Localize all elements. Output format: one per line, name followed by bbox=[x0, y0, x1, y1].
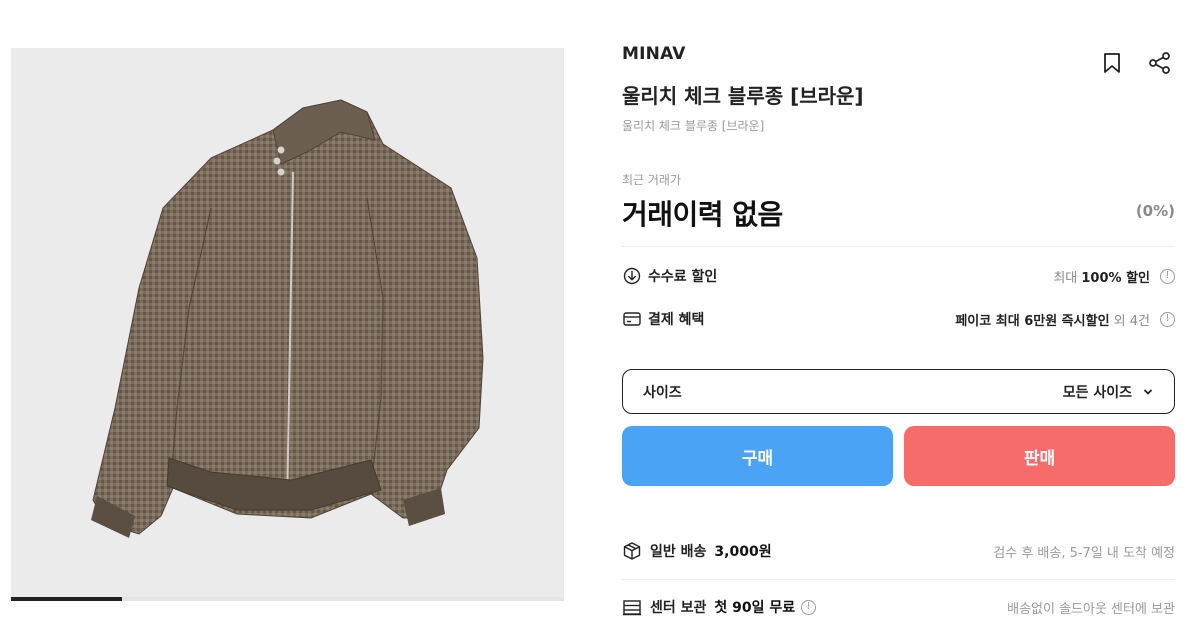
bookmark-icon bbox=[1104, 53, 1120, 73]
info-icon[interactable]: ! bbox=[1160, 268, 1175, 284]
share-icon bbox=[1149, 52, 1170, 74]
shipping-option-normal: 일반 배송 3,000원 검수 후 배송, 5-7일 내 도착 예정 bbox=[622, 540, 1175, 562]
shipping-price: 3,000원 bbox=[714, 544, 772, 560]
card-icon bbox=[622, 309, 642, 329]
product-info-panel: MINAV 울리치 체크 블루종 [브라운] 울리치 체크 블루종 [브라운] … bbox=[622, 0, 1175, 638]
size-selector-value: 모든 사이즈 bbox=[1062, 384, 1132, 401]
share-button[interactable] bbox=[1147, 50, 1173, 76]
shipping-note: 배송없이 솔드아웃 센터에 보관 bbox=[1007, 601, 1175, 617]
benefit-suffix: 외 4건 bbox=[1113, 313, 1150, 329]
brand-name[interactable]: MINAV bbox=[622, 44, 686, 64]
product-title: 울리치 체크 블루종 [브라운] bbox=[622, 84, 864, 108]
divider bbox=[622, 246, 1175, 247]
size-selector-label: 사이즈 bbox=[643, 384, 682, 401]
shipping-label: 일반 배송 bbox=[650, 544, 707, 560]
box-icon bbox=[622, 541, 642, 561]
image-carousel-progress bbox=[11, 597, 564, 601]
sell-button[interactable]: 판매 bbox=[904, 426, 1175, 486]
benefit-value: 페이코 최대 6만원 즉시할인 bbox=[955, 313, 1110, 329]
benefit-label: 결제 혜택 bbox=[648, 312, 705, 328]
info-icon[interactable]: ! bbox=[1160, 311, 1175, 327]
recent-price-label: 최근 거래가 bbox=[622, 173, 682, 187]
info-icon[interactable]: ! bbox=[801, 599, 817, 615]
benefit-detail[interactable]: 최대 100% 할인 ! bbox=[1053, 267, 1175, 286]
warehouse-icon bbox=[622, 597, 642, 617]
jacket-illustration bbox=[91, 99, 484, 538]
benefit-payment: 결제 혜택 페이코 최대 6만원 즉시할인 외 4건 ! bbox=[622, 308, 1175, 330]
product-image[interactable] bbox=[11, 48, 564, 600]
recent-price-value: 거래이력 없음 bbox=[622, 198, 783, 231]
size-selector[interactable]: 사이즈 모든 사이즈 bbox=[622, 369, 1175, 414]
divider bbox=[622, 579, 1175, 580]
shipping-option-storage: 센터 보관 첫 90일 무료 ! 배송없이 솔드아웃 센터에 보관 bbox=[622, 596, 1175, 618]
benefit-detail[interactable]: 페이코 최대 6만원 즉시할인 외 4건 ! bbox=[955, 310, 1175, 329]
buy-button[interactable]: 구매 bbox=[622, 426, 893, 486]
image-carousel-progress-fill bbox=[11, 597, 122, 601]
coupon-arrow-icon bbox=[622, 266, 642, 286]
benefit-value: 100% 할인 bbox=[1081, 270, 1150, 286]
bookmark-button[interactable] bbox=[1099, 50, 1125, 76]
benefit-prefix: 최대 bbox=[1053, 270, 1078, 286]
benefit-fee-discount: 수수료 할인 최대 100% 할인 ! bbox=[622, 265, 1175, 287]
shipping-label: 센터 보관 bbox=[650, 600, 707, 616]
shipping-price: 첫 90일 무료 bbox=[714, 600, 796, 616]
recent-price-change: (0%) bbox=[1135, 202, 1175, 220]
product-subtitle: 울리치 체크 블루종 [브라운] bbox=[622, 119, 765, 133]
shipping-note: 검수 후 배송, 5-7일 내 도착 예정 bbox=[993, 545, 1175, 561]
chevron-down-icon bbox=[1142, 386, 1154, 398]
benefit-label: 수수료 할인 bbox=[648, 269, 718, 285]
